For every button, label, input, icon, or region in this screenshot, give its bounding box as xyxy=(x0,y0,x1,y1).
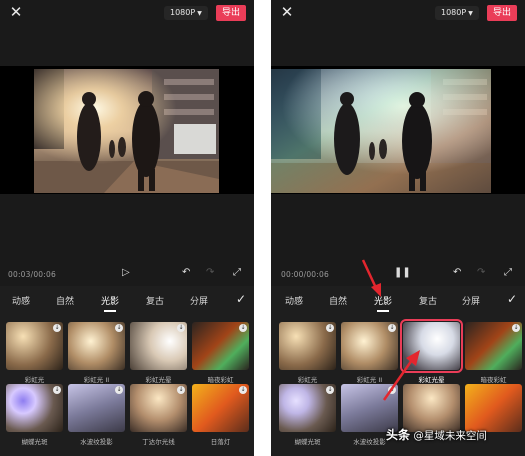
video-frame xyxy=(34,69,219,193)
category-tabs: 动感 自然 光影 复古 分屏 ✓ xyxy=(0,286,254,316)
undo-icon[interactable]: ↶ xyxy=(182,266,190,280)
top-bar: ✕ 1080P ▼ 导出 xyxy=(0,0,254,26)
effect-label: 彩虹光 II xyxy=(356,376,383,384)
tab-dynamic[interactable]: 动感 xyxy=(285,294,303,307)
download-icon: ↓ xyxy=(326,324,334,332)
effect-label: 暗夜彩虹 xyxy=(480,376,507,384)
effect-label: 彩虹光晕 xyxy=(145,376,172,384)
download-icon: ↓ xyxy=(388,324,396,332)
play-icon[interactable]: ▷ xyxy=(122,266,130,280)
effect-thumbnail xyxy=(465,384,522,432)
download-icon: ↓ xyxy=(177,386,185,394)
tab-light-shadow[interactable]: 光影 xyxy=(101,294,119,307)
tab-light-shadow[interactable]: 光影 xyxy=(374,294,392,307)
redo-icon[interactable]: ↷ xyxy=(477,266,485,280)
download-icon: ↓ xyxy=(512,324,520,332)
download-icon: ↓ xyxy=(388,386,396,394)
download-icon: ↓ xyxy=(53,324,61,332)
effect-label: 丁达尔光线 xyxy=(142,438,175,446)
tab-dynamic[interactable]: 动感 xyxy=(12,294,30,307)
effect-thumbnail xyxy=(403,384,460,432)
close-icon[interactable]: ✕ xyxy=(279,4,295,20)
tab-retro[interactable]: 复古 xyxy=(146,294,164,307)
close-icon[interactable]: ✕ xyxy=(8,4,24,20)
tab-nature[interactable]: 自然 xyxy=(329,294,347,307)
category-tabs: 动感 自然 光影 复古 分屏 ✓ xyxy=(271,286,525,316)
export-button[interactable]: 导出 xyxy=(487,5,517,21)
confirm-check-icon[interactable]: ✓ xyxy=(236,292,246,306)
effect-label: 彩虹光 II xyxy=(83,376,110,384)
resolution-label: 1080P xyxy=(170,8,196,17)
video-frame xyxy=(271,69,491,193)
effect-thumbnail xyxy=(400,319,463,373)
resolution-dropdown[interactable]: 1080P ▼ xyxy=(435,6,479,20)
download-icon: ↓ xyxy=(326,386,334,394)
redo-icon[interactable]: ↷ xyxy=(206,266,214,280)
effect-label: 暗夜彩虹 xyxy=(207,376,234,384)
export-button[interactable]: 导出 xyxy=(216,5,246,21)
effect-label: 蝴蝶光斑 xyxy=(294,438,321,446)
effects-grid: ↓ 彩虹光 ↓ 彩虹光 II ↓ 彩虹光晕 ↓ 暗夜彩虹 ↓ 蝴蝶光斑 ↓ 水波… xyxy=(0,316,254,456)
download-icon: ↓ xyxy=(115,386,123,394)
effect-label: 日落灯 xyxy=(210,438,231,446)
download-icon: ↓ xyxy=(53,386,61,394)
tab-nature[interactable]: 自然 xyxy=(56,294,74,307)
active-tab-indicator xyxy=(104,310,116,312)
fullscreen-icon[interactable]: ⤢ xyxy=(233,266,241,280)
caret-down-icon: ▼ xyxy=(197,10,202,17)
pause-icon[interactable]: ❚❚ xyxy=(394,266,411,280)
timecode: 00:00/00:06 xyxy=(281,270,329,279)
confirm-check-icon[interactable]: ✓ xyxy=(507,292,517,306)
editor-panel-right: ✕ 1080P ▼ 导出 00:00/00:06 ❚❚ ↶ ↷ ⤢ 动感 自然 … xyxy=(271,0,525,456)
video-preview xyxy=(271,66,525,194)
download-icon: ↓ xyxy=(115,324,123,332)
timecode: 00:03/00:06 xyxy=(8,270,56,279)
effect-label: 彩虹光 xyxy=(297,376,318,384)
tab-split-screen[interactable]: 分屏 xyxy=(190,294,208,307)
tab-split-screen[interactable]: 分屏 xyxy=(462,294,480,307)
download-icon: ↓ xyxy=(177,324,185,332)
watermark-author: @星域未来空间 xyxy=(413,430,487,442)
editor-panel-left: ✕ 1080P ▼ 导出 00:03/00:06 ▷ ↶ ↷ ⤢ 动感 自然 光… xyxy=(0,0,254,456)
effect-label: 彩虹光晕 xyxy=(418,376,445,384)
caret-down-icon: ▼ xyxy=(468,10,473,17)
effect-label: 水波纹投影 xyxy=(80,438,113,446)
effect-label: 彩虹光 xyxy=(24,376,45,384)
resolution-label: 1080P xyxy=(441,8,467,17)
watermark: 头条 @星域未来空间 xyxy=(386,426,487,443)
tab-retro[interactable]: 复古 xyxy=(419,294,437,307)
top-bar: ✕ 1080P ▼ 导出 xyxy=(271,0,525,26)
fullscreen-icon[interactable]: ⤢ xyxy=(504,266,512,280)
active-tab-indicator xyxy=(377,310,389,312)
download-icon: ↓ xyxy=(239,324,247,332)
undo-icon[interactable]: ↶ xyxy=(453,266,461,280)
watermark-brand: 头条 xyxy=(386,428,411,442)
video-preview xyxy=(0,66,254,194)
resolution-dropdown[interactable]: 1080P ▼ xyxy=(164,6,208,20)
download-icon: ↓ xyxy=(239,386,247,394)
effect-label: 蝴蝶光斑 xyxy=(21,438,48,446)
